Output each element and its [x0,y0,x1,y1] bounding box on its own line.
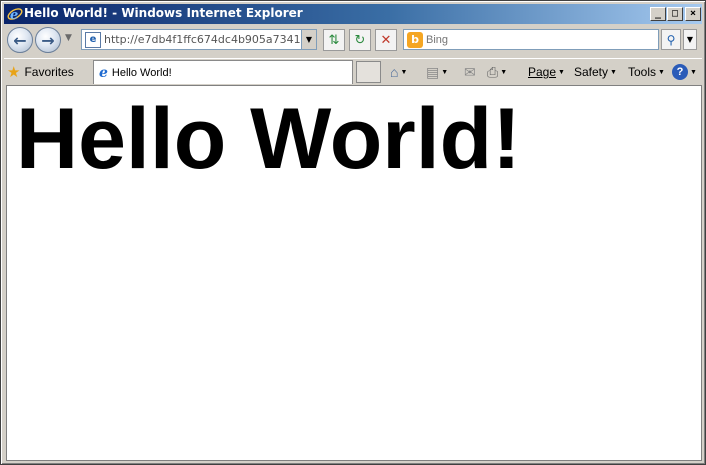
chevron-down-icon: ▼ [610,68,617,76]
read-mail-button[interactable]: ✉ [464,62,476,82]
help-icon: ? [672,64,688,80]
command-bar: ★ Favorites e Hello World! ⌂ ▼ ▤ ▼ ✉ ⎙ ▼… [4,58,702,84]
stop-button[interactable]: ✕ [375,29,397,51]
tools-menu[interactable]: Tools ▼ [628,62,665,82]
page-content: Hello World! [6,85,702,461]
search-input[interactable] [426,33,646,46]
address-toolbar: ← → ▼ e http://e7db4f1ffc674dc4b905a7341… [4,25,702,57]
maximize-button[interactable]: □ [667,7,683,21]
print-button[interactable]: ⎙ ▼ [487,62,507,82]
stop-icon: ✕ [380,32,392,48]
home-icon: ⌂ [390,64,399,80]
chevron-down-icon: ▼ [400,68,408,76]
feeds-button[interactable]: ▤ ▼ [426,62,448,82]
home-button[interactable]: ⌂ ▼ [390,62,407,82]
mail-icon: ✉ [464,63,476,80]
page-icon: e [85,31,101,48]
tab-ie-icon: e [99,64,108,81]
chevron-down-icon: ▼ [558,68,565,76]
page-menu[interactable]: Page ▼ [528,62,565,82]
tab-hello-world[interactable]: e Hello World! [93,60,353,84]
chevron-down-icon: ▼ [500,68,508,76]
chevron-down-icon: ▼ [441,68,449,76]
recent-pages-dropdown[interactable]: ▼ [65,33,72,43]
search-options-dropdown[interactable]: ▼ [683,29,697,50]
address-dropdown-button[interactable]: ▼ [301,30,316,49]
search-button[interactable]: ⚲ [661,29,681,50]
favorites-label: Favorites [24,65,74,79]
tools-menu-label: Tools [628,65,657,79]
refresh-icon: ↻ [354,32,366,48]
back-arrow-icon: ← [13,30,27,50]
help-menu[interactable]: ? ▼ [672,62,697,82]
svg-text:e: e [10,8,18,22]
compatibility-view-button[interactable]: ⇅ [323,29,345,51]
title-bar: e Hello World! - Windows Internet Explor… [4,4,702,24]
magnifier-icon: ⚲ [666,32,676,47]
printer-icon: ⎙ [487,63,499,80]
rss-feed-icon: ▤ [426,63,440,80]
page-heading: Hello World! [16,91,521,187]
refresh-button[interactable]: ↻ [349,29,371,51]
safety-menu-label: Safety [574,65,609,79]
address-url[interactable]: http://e7db4f1ffc674dc4b905a73410... [104,33,301,46]
new-tab-button[interactable] [356,61,381,83]
bing-icon: b [407,31,423,48]
address-bar[interactable]: e http://e7db4f1ffc674dc4b905a73410... ▼ [81,29,317,50]
favorites-star-icon: ★ [7,63,21,81]
window-title: Hello World! - Windows Internet Explorer [24,6,303,20]
back-button[interactable]: ← [7,27,33,53]
forward-button[interactable]: → [35,27,61,53]
tab-title: Hello World! [111,66,172,79]
page-menu-label: Page [528,65,557,79]
chevron-down-icon: ▼ [690,68,697,76]
favorites-button[interactable]: ★ Favorites [7,62,74,82]
compatibility-icon: ⇅ [328,32,340,48]
ie-logo-icon: e [7,8,23,22]
safety-menu[interactable]: Safety ▼ [574,62,617,82]
minimize-button[interactable]: _ [650,7,666,21]
close-button[interactable]: × [685,7,701,21]
search-box[interactable]: b [403,29,659,50]
chevron-down-icon: ▼ [658,68,665,76]
browser-window: e Hello World! - Windows Internet Explor… [0,0,706,465]
forward-arrow-icon: → [41,30,55,50]
